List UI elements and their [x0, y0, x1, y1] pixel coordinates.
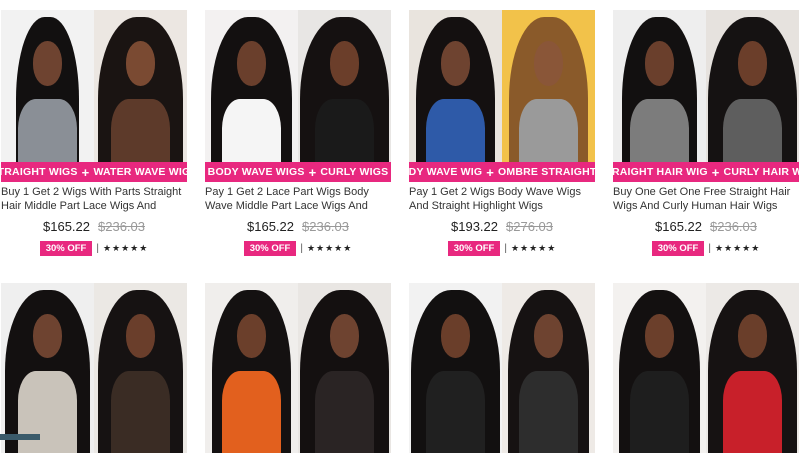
model-photo-right	[706, 10, 799, 182]
product-title[interactable]: Buy One Get One Free Straight Hair Wigs …	[613, 185, 799, 213]
product-title[interactable]: Buy 1 Get 2 Wigs With Parts Straight Hai…	[1, 185, 187, 213]
rating-stars-icon: ★★★★★	[306, 243, 353, 253]
separator: |	[504, 243, 507, 254]
product-image[interactable]	[205, 283, 391, 453]
rating-stars-icon: ★★★★★	[714, 243, 761, 253]
product-banner: BODY WAVE WIGS + CURLY WIGS	[205, 162, 391, 182]
current-price: $165.22	[655, 219, 702, 234]
model-photo-right	[94, 283, 187, 453]
product-card[interactable]: BODY WAVE WIGS + CURLY WIGS Pay 1 Get 2 La…	[205, 10, 391, 256]
original-price: $276.03	[506, 219, 553, 234]
separator: |	[96, 243, 99, 254]
product-image[interactable]	[409, 283, 595, 453]
current-price: $193.22	[451, 219, 498, 234]
rating-stars-icon: ★★★★★	[102, 243, 149, 253]
model-photo-right	[706, 283, 799, 453]
product-image[interactable]	[613, 283, 799, 453]
model-photo-right	[502, 283, 595, 453]
original-price: $236.03	[98, 219, 145, 234]
product-title[interactable]: Pay 1 Get 2 Wigs Body Wave Wigs And Stra…	[409, 185, 595, 213]
model-photo-left	[409, 283, 502, 453]
product-meta: 30% OFF | ★★★★★	[1, 241, 187, 256]
discount-badge: 30% OFF	[651, 241, 705, 256]
model-photo-left	[613, 283, 706, 453]
product-image[interactable]: STRAIGHT WIGS+WATER WAVE WIGS	[1, 10, 187, 182]
product-image[interactable]	[1, 283, 187, 453]
price-block: $165.22 $236.03	[205, 219, 391, 234]
product-meta: 30% OFF | ★★★★★	[613, 241, 799, 256]
original-price: $236.03	[710, 219, 757, 234]
product-card[interactable]: STRAIGHT WIGS+WATER WAVE WIGS Buy 1 Get …	[1, 10, 187, 256]
model-photo-left	[409, 10, 502, 182]
model-photo-left	[613, 10, 706, 182]
discount-badge: 30% OFF	[243, 241, 297, 256]
model-photo-left	[1, 10, 94, 182]
price-block: $165.22 $236.03	[1, 219, 187, 234]
model-photo-left	[1, 283, 94, 453]
model-photo-left	[205, 10, 298, 182]
product-meta: 30% OFF | ★★★★★	[205, 241, 391, 256]
model-photo-left	[205, 283, 298, 453]
model-photo-right	[94, 10, 187, 182]
model-photo-right	[502, 10, 595, 182]
separator: |	[300, 243, 303, 254]
discount-badge: 30% OFF	[447, 241, 501, 256]
product-meta: 30% OFF | ★★★★★	[409, 241, 595, 256]
current-price: $165.22	[247, 219, 294, 234]
model-photo-right	[298, 10, 391, 182]
product-banner: STRAIGHT WIGS+WATER WAVE WIGS	[1, 162, 187, 182]
model-photo-right	[298, 283, 391, 453]
product-title[interactable]: Pay 1 Get 2 Lace Part Wigs Body Wave Mid…	[205, 185, 391, 213]
original-price: $236.03	[302, 219, 349, 234]
product-card[interactable]: 1B BODY WAVE WIG+OMBRE STRAIGHT WIGS Pay…	[409, 10, 595, 256]
product-image[interactable]: 1B BODY WAVE WIG+OMBRE STRAIGHT WIGS	[409, 10, 595, 182]
separator: |	[708, 243, 711, 254]
product-banner: 1B BODY WAVE WIG+OMBRE STRAIGHT WIGS	[409, 162, 595, 182]
price-block: $165.22 $236.03	[613, 219, 799, 234]
chat-widget-tab[interactable]	[0, 434, 40, 440]
discount-badge: 30% OFF	[39, 241, 93, 256]
current-price: $165.22	[43, 219, 90, 234]
product-banner: STRAIGHT HAIR WIG+CURLY HAIR WIG	[613, 162, 799, 182]
product-image[interactable]: BODY WAVE WIGS + CURLY WIGS	[205, 10, 391, 182]
product-image[interactable]: STRAIGHT HAIR WIG+CURLY HAIR WIG	[613, 10, 799, 182]
product-card[interactable]: STRAIGHT HAIR WIG+CURLY HAIR WIG Buy One…	[613, 10, 799, 256]
rating-stars-icon: ★★★★★	[510, 243, 557, 253]
price-block: $193.22 $276.03	[409, 219, 595, 234]
